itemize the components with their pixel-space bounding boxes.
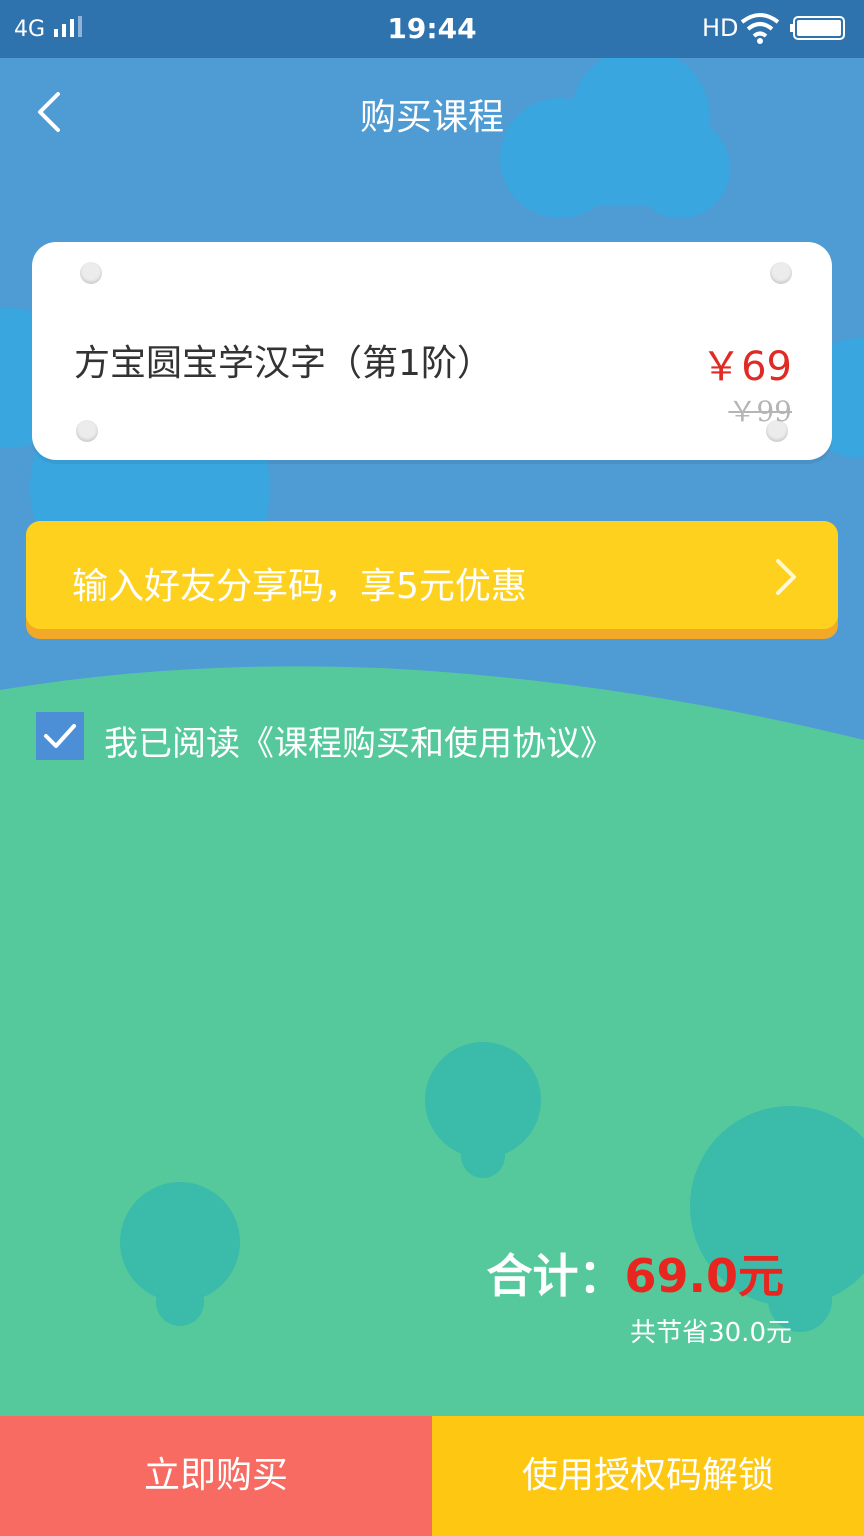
agreement-checkbox[interactable] (36, 712, 84, 760)
original-price: ￥99 (728, 395, 792, 428)
course-price: ￥69 (701, 334, 792, 392)
price-value: 69 (741, 344, 792, 390)
savings-text: 共节省30.0元 (630, 1318, 792, 1348)
card-rivet (76, 420, 98, 442)
card-rivet (80, 262, 102, 284)
checkmark-icon (44, 724, 76, 748)
course-name: 方宝圆宝学汉字（第1阶） (74, 343, 493, 384)
agreement-link[interactable]: 我已阅读《课程购买和使用协议》 (104, 716, 614, 765)
buy-now-button[interactable]: 立即购买 (0, 1416, 432, 1536)
share-code-label: 输入好友分享码，享5元优惠 (72, 566, 527, 607)
card-rivet (770, 262, 792, 284)
unlock-with-code-button[interactable]: 使用授权码解锁 (432, 1416, 864, 1536)
course-card: 方宝圆宝学汉字（第1阶） ￥69 ￥99 (32, 242, 832, 460)
status-bar: 4G 19:44 HD (0, 0, 864, 58)
wifi-icon (740, 13, 780, 44)
total-amount: 69.0元 (624, 1249, 785, 1303)
currency-symbol: ￥ (701, 344, 742, 390)
share-code-button[interactable]: 输入好友分享码，享5元优惠 (26, 521, 838, 629)
hd-indicator: HD (702, 14, 739, 42)
total-label: 合计： (486, 1249, 625, 1303)
battery-icon (790, 16, 845, 40)
chevron-right-icon (776, 559, 796, 595)
order-total: 合计：69.0元 (487, 1240, 785, 1306)
page-title: 购买课程 (359, 97, 504, 138)
ground-background (0, 666, 864, 1536)
